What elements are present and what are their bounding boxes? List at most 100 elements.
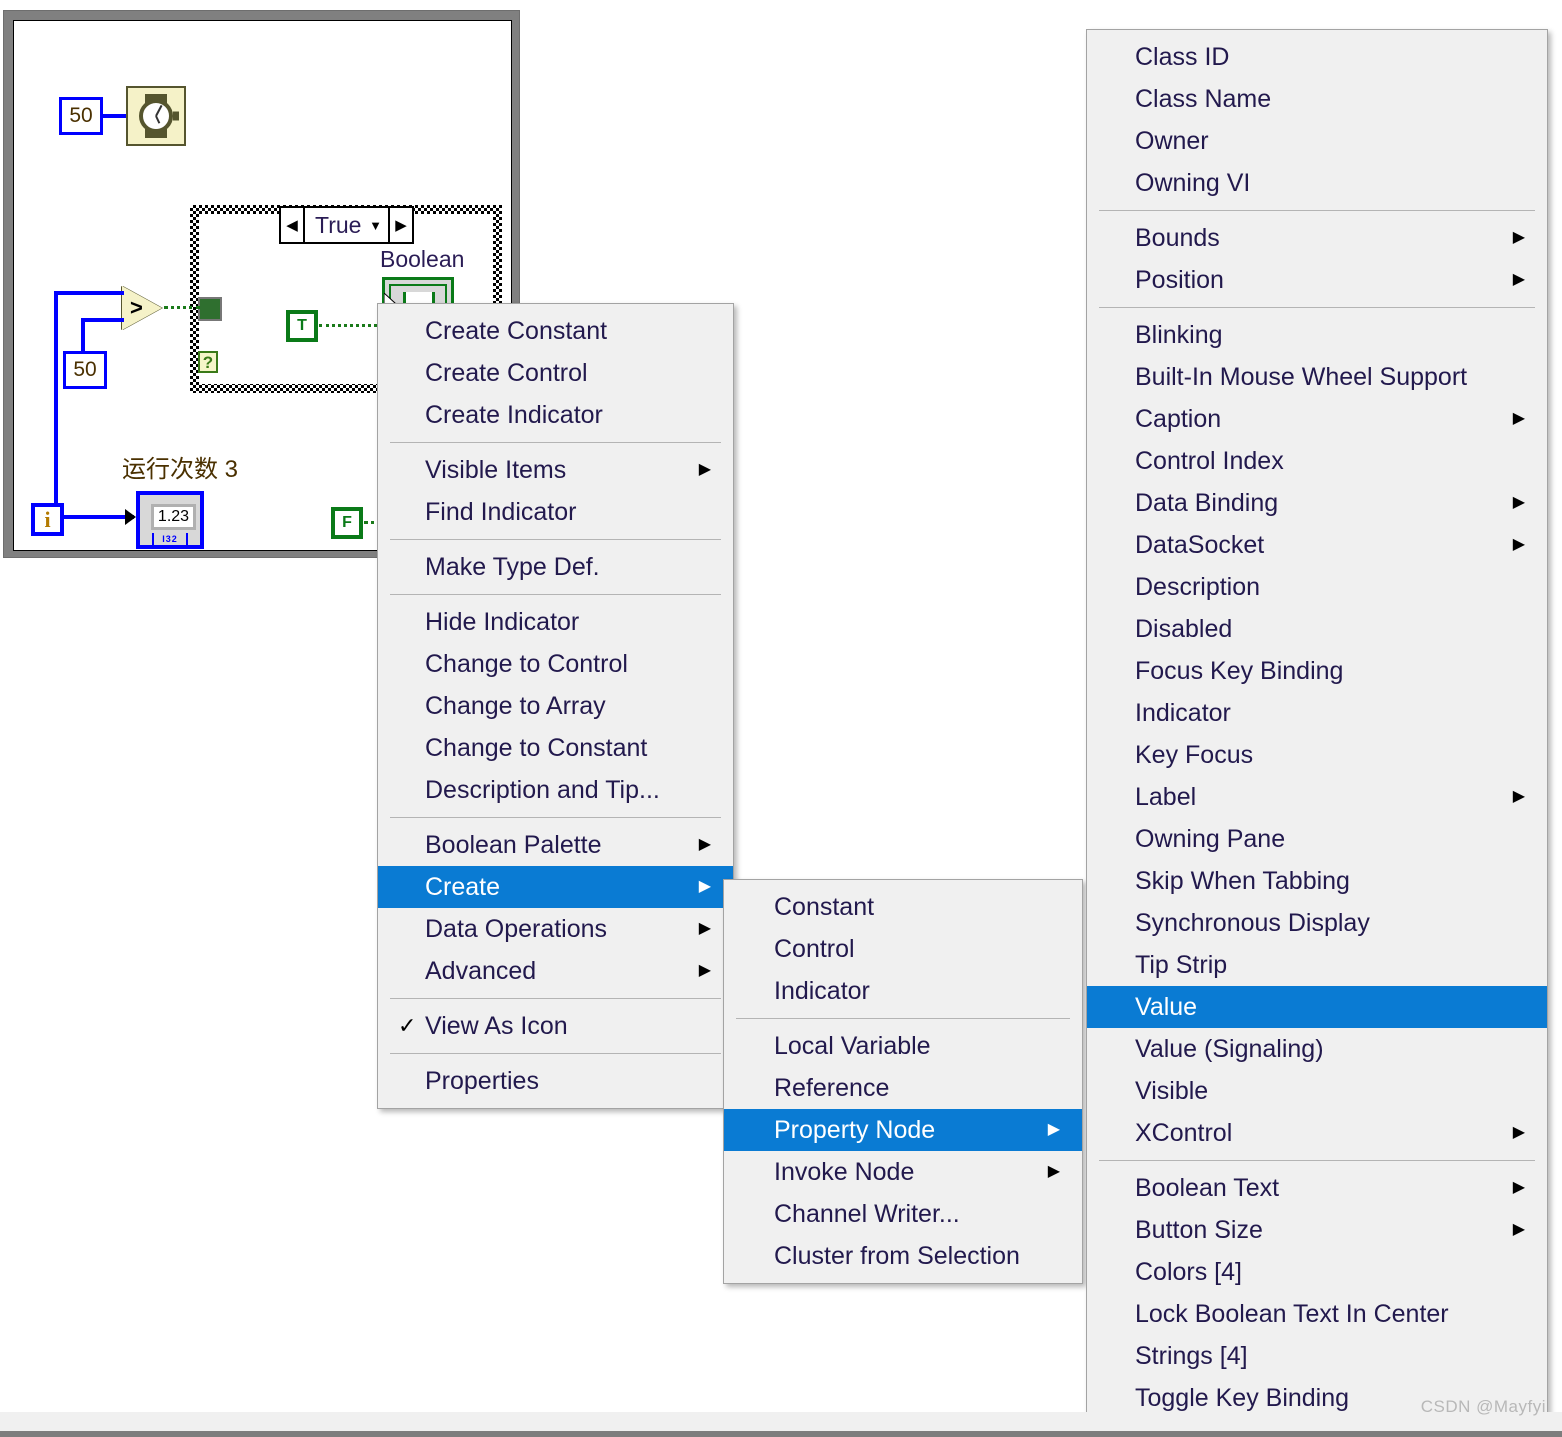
prop-item-caption[interactable]: Caption ▶: [1087, 398, 1547, 440]
wait-ms-constant[interactable]: 50: [59, 97, 103, 135]
menu-item-label: Skip When Tabbing: [1135, 866, 1350, 895]
wire-top-compare-input: [54, 291, 124, 295]
menu-item-create-control[interactable]: Create Control: [378, 352, 733, 394]
prop-item-skip-when-tabbing[interactable]: Skip When Tabbing: [1087, 860, 1547, 902]
menu-item-properties[interactable]: Properties: [378, 1060, 733, 1102]
case-default-tunnel[interactable]: ?: [198, 351, 218, 373]
wristwatch-icon[interactable]: [126, 86, 186, 146]
menu-item-change-to-constant[interactable]: Change to Constant: [378, 727, 733, 769]
create-item-constant[interactable]: Constant: [724, 886, 1082, 928]
boolean-context-menu[interactable]: Create Constant Create Control Create Indi…: [377, 303, 734, 1109]
wire-wait-to-timer: [103, 114, 126, 118]
menu-separator: [390, 442, 721, 443]
prop-item-value[interactable]: Value: [1087, 986, 1547, 1028]
prop-item-focus-key-binding[interactable]: Focus Key Binding: [1087, 650, 1547, 692]
menu-item-label: Synchronous Display: [1135, 908, 1370, 937]
create-item-local-variable[interactable]: Local Variable: [724, 1025, 1082, 1067]
prop-item-position[interactable]: Position ▶: [1087, 259, 1547, 301]
menu-item-label: Class ID: [1135, 42, 1230, 71]
menu-item-label: Constant: [774, 892, 875, 921]
greater-than-glyph: >: [130, 295, 143, 320]
menu-item-boolean-palette[interactable]: Boolean Palette ▶: [378, 824, 733, 866]
menu-item-label: Lock Boolean Text In Center: [1135, 1299, 1449, 1328]
prop-item-xcontrol[interactable]: XControl ▶: [1087, 1112, 1547, 1154]
menu-separator: [390, 817, 721, 818]
menu-item-change-to-array[interactable]: Change to Array: [378, 685, 733, 727]
create-item-property-node[interactable]: Property Node ▶: [724, 1109, 1082, 1151]
prop-item-owning-vi[interactable]: Owning VI: [1087, 162, 1547, 204]
prop-item-boolean-text[interactable]: Boolean Text ▶: [1087, 1167, 1547, 1209]
prop-item-description[interactable]: Description: [1087, 566, 1547, 608]
create-item-indicator[interactable]: Indicator: [724, 970, 1082, 1012]
menu-item-create-constant[interactable]: Create Constant: [378, 310, 733, 352]
menu-item-make-type-def[interactable]: Make Type Def.: [378, 546, 733, 588]
menu-item-view-as-icon[interactable]: ✓ View As Icon: [378, 1005, 733, 1047]
menu-item-label: Key Focus: [1135, 740, 1254, 769]
prop-item-button-size[interactable]: Button Size ▶: [1087, 1209, 1547, 1251]
prop-item-class-name[interactable]: Class Name: [1087, 78, 1547, 120]
threshold-constant[interactable]: 50: [63, 351, 107, 389]
case-selector-value[interactable]: True ▼: [305, 208, 388, 242]
menu-item-label: Owning VI: [1135, 168, 1251, 197]
menu-separator: [1099, 1160, 1535, 1161]
menu-item-advanced[interactable]: Advanced ▶: [378, 950, 733, 992]
prop-item-data-binding[interactable]: Data Binding ▶: [1087, 482, 1547, 524]
prop-item-built-in-mouse-wheel-support[interactable]: Built-In Mouse Wheel Support: [1087, 356, 1547, 398]
prop-item-datasocket[interactable]: DataSocket ▶: [1087, 524, 1547, 566]
create-item-invoke-node[interactable]: Invoke Node ▶: [724, 1151, 1082, 1193]
prop-item-class-id[interactable]: Class ID: [1087, 36, 1547, 78]
loop-index-terminal[interactable]: i: [31, 503, 64, 536]
prop-item-strings-4[interactable]: Strings [4]: [1087, 1335, 1547, 1377]
prop-item-tip-strip[interactable]: Tip Strip: [1087, 944, 1547, 986]
prop-item-key-focus[interactable]: Key Focus: [1087, 734, 1547, 776]
watch-crown: [173, 111, 179, 121]
numeric-indicator[interactable]: 1.23 I32: [136, 491, 204, 549]
prop-item-colors-4[interactable]: Colors [4]: [1087, 1251, 1547, 1293]
prop-item-value-signaling[interactable]: Value (Signaling): [1087, 1028, 1547, 1070]
menu-item-find-indicator[interactable]: Find Indicator: [378, 491, 733, 533]
case-input-tunnel[interactable]: [198, 297, 222, 321]
prop-item-control-index[interactable]: Control Index: [1087, 440, 1547, 482]
create-submenu[interactable]: Constant Control Indicator Local Variable Re…: [723, 879, 1083, 1284]
boolean-true-constant[interactable]: T: [286, 310, 318, 342]
menu-item-visible-items[interactable]: Visible Items ▶: [378, 449, 733, 491]
menu-item-change-to-control[interactable]: Change to Control: [378, 643, 733, 685]
menu-separator: [390, 998, 721, 999]
menu-item-label: Advanced: [425, 956, 537, 985]
menu-item-data-operations[interactable]: Data Operations ▶: [378, 908, 733, 950]
prop-item-owning-pane[interactable]: Owning Pane: [1087, 818, 1547, 860]
case-selector[interactable]: ◀ True ▼ ▶: [279, 206, 414, 244]
prop-item-bounds[interactable]: Bounds ▶: [1087, 217, 1547, 259]
prop-item-synchronous-display[interactable]: Synchronous Display: [1087, 902, 1547, 944]
prop-item-visible[interactable]: Visible: [1087, 1070, 1547, 1112]
menu-item-create[interactable]: Create ▶: [378, 866, 733, 908]
menu-item-label: Visible: [1135, 1076, 1209, 1105]
chevron-right-icon: ▶: [1512, 536, 1525, 553]
menu-item-label: Indicator: [774, 976, 870, 1005]
chevron-right-icon: ▶: [1512, 788, 1525, 805]
menu-item-label: Boolean Text: [1135, 1173, 1280, 1202]
prop-item-lock-boolean-text-in-center[interactable]: Lock Boolean Text In Center: [1087, 1293, 1547, 1335]
menu-item-hide-indicator[interactable]: Hide Indicator: [378, 601, 733, 643]
chevron-right-icon: ▶: [1047, 1121, 1060, 1138]
menu-item-create-indicator[interactable]: Create Indicator: [378, 394, 733, 436]
menu-item-description-and-tip[interactable]: Description and Tip...: [378, 769, 733, 811]
create-item-channel-writer[interactable]: Channel Writer...: [724, 1193, 1082, 1235]
boolean-false-constant[interactable]: F: [331, 507, 363, 539]
property-node-submenu[interactable]: Class ID Class Name Owner Owning VI Bounds ▶ P…: [1086, 29, 1548, 1426]
menu-item-label: Disabled: [1135, 614, 1233, 643]
create-item-cluster-from-selection[interactable]: Cluster from Selection: [724, 1235, 1082, 1277]
case-prev-arrow[interactable]: ◀: [281, 208, 305, 242]
chevron-right-icon: ▶: [1512, 271, 1525, 288]
create-item-control[interactable]: Control: [724, 928, 1082, 970]
prop-item-indicator[interactable]: Indicator: [1087, 692, 1547, 734]
menu-item-label: Tip Strip: [1135, 950, 1228, 979]
greater-than-node[interactable]: >: [122, 286, 164, 330]
prop-item-disabled[interactable]: Disabled: [1087, 608, 1547, 650]
prop-item-blinking[interactable]: Blinking: [1087, 314, 1547, 356]
create-item-reference[interactable]: Reference: [724, 1067, 1082, 1109]
prop-item-label[interactable]: Label ▶: [1087, 776, 1547, 818]
case-next-arrow[interactable]: ▶: [388, 208, 412, 242]
prop-item-owner[interactable]: Owner: [1087, 120, 1547, 162]
chevron-down-icon[interactable]: ▼: [369, 218, 382, 233]
